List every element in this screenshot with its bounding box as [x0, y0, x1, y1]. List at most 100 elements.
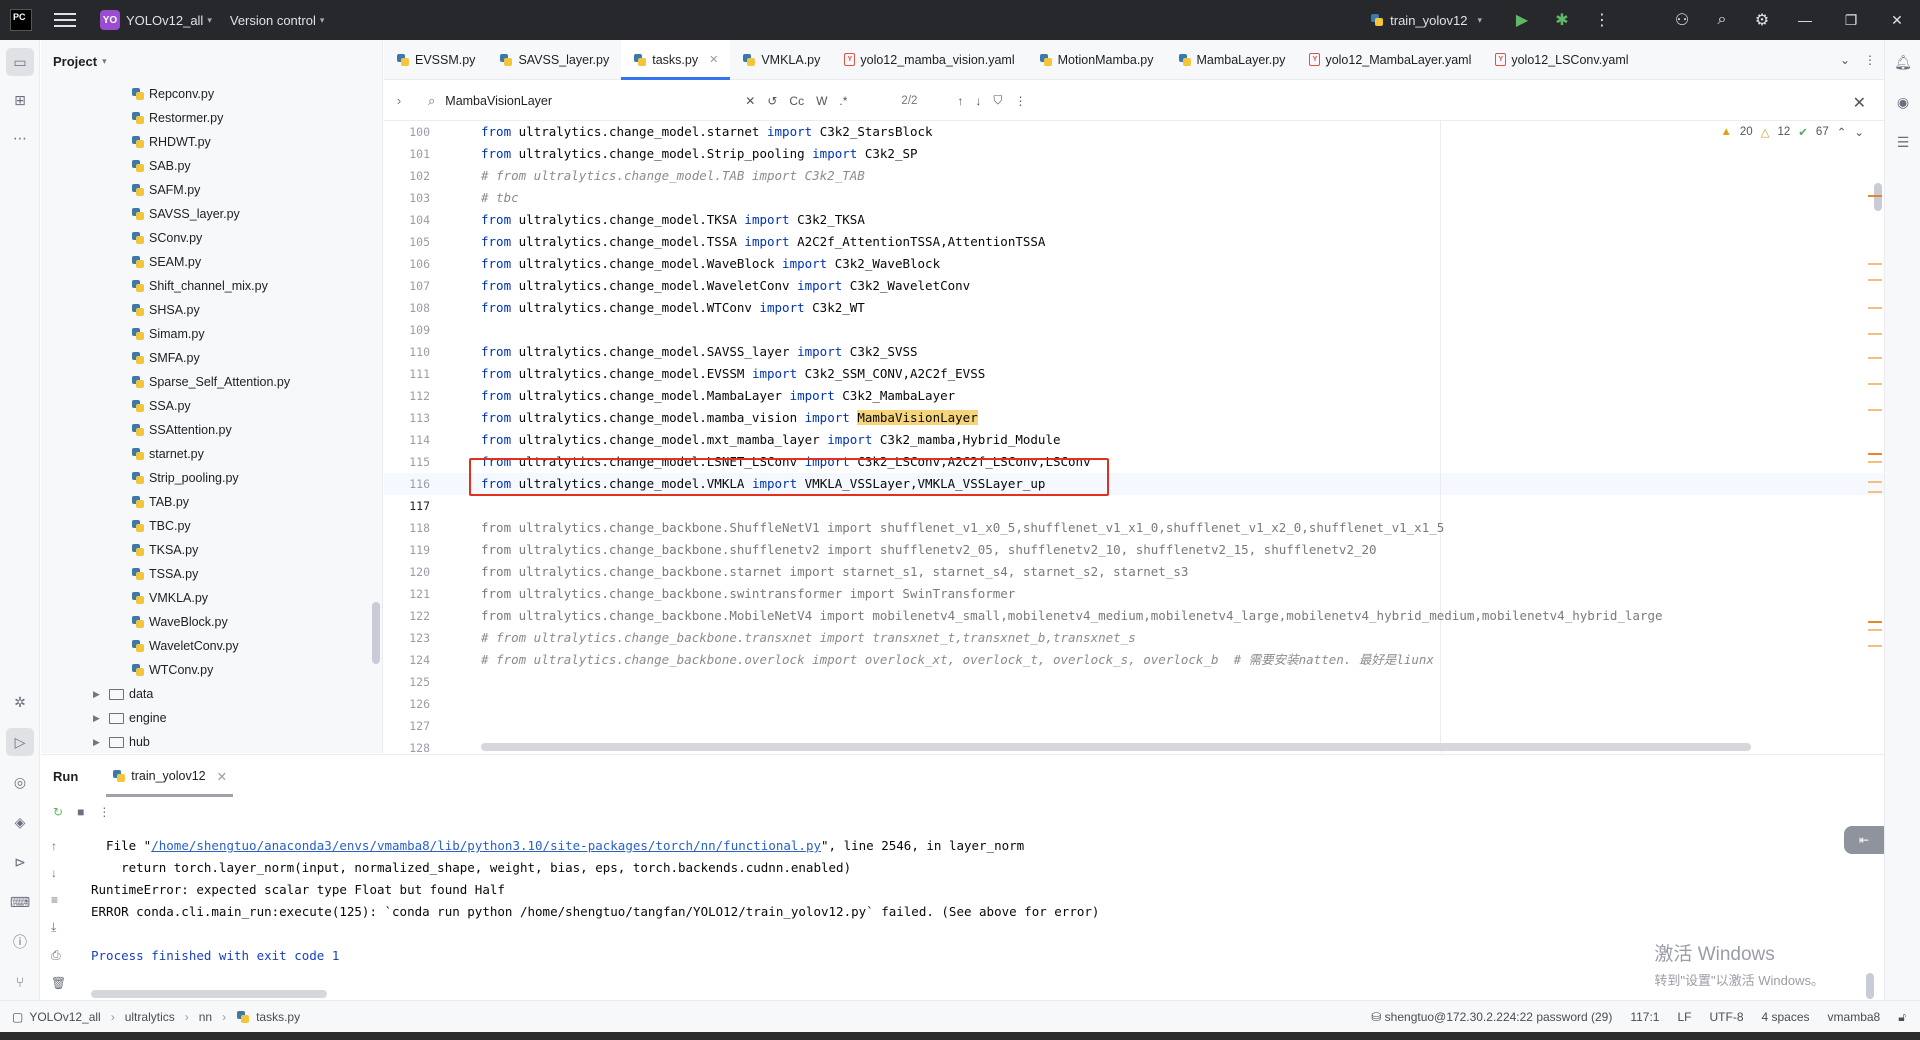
error-stripe-mark[interactable] — [1868, 195, 1882, 197]
close-icon[interactable]: ✕ — [1874, 0, 1920, 40]
code-line[interactable] — [481, 319, 1861, 341]
project-scrollbar[interactable] — [372, 602, 380, 664]
code-line[interactable]: from ultralytics.change_model.WaveBlock … — [481, 253, 1861, 275]
error-stripe-mark[interactable] — [1868, 333, 1882, 335]
tree-file[interactable]: SAVSS_layer.py — [41, 202, 371, 226]
soft-wrap-icon[interactable]: ≡ — [51, 893, 66, 907]
close-find-icon[interactable]: ✕ — [1853, 93, 1866, 113]
code-area[interactable]: from ultralytics.change_model.starnet im… — [481, 121, 1861, 753]
tree-file[interactable]: SAFM.py — [41, 178, 371, 202]
more-icon[interactable]: ⋮ — [1014, 94, 1026, 108]
scroll-up-icon[interactable]: ↑ — [51, 839, 66, 853]
problems-icon[interactable]: ⓘ — [6, 928, 34, 956]
search-icon[interactable]: ⌕ — [428, 93, 435, 109]
error-stripe-mark[interactable] — [1868, 279, 1882, 281]
editor-vertical-scrollbar[interactable] — [1874, 183, 1882, 211]
error-stripe-mark[interactable] — [1868, 621, 1882, 623]
close-tab-icon[interactable]: ✕ — [217, 769, 227, 784]
ai-assistant-icon[interactable]: ◉ — [1889, 88, 1917, 116]
run-icon[interactable]: ▶ — [1502, 0, 1542, 40]
search-icon[interactable]: ⌕ — [1702, 0, 1742, 40]
tree-file[interactable]: Repconv.py — [41, 82, 371, 106]
code-line[interactable]: from ultralytics.change_model.MambaLayer… — [481, 385, 1861, 407]
python-interpreter[interactable]: vmamba8 — [1828, 1010, 1881, 1024]
tree-file[interactable]: Shift_channel_mix.py — [41, 274, 371, 298]
tree-file[interactable]: TAB.py — [41, 490, 371, 514]
error-stripe-mark[interactable] — [1868, 461, 1882, 463]
error-stripe-mark[interactable] — [1868, 645, 1882, 647]
tree-file[interactable]: Strip_pooling.py — [41, 466, 371, 490]
tab-savss-layer[interactable]: SAVSS_layer.py — [487, 40, 621, 79]
console-horizontal-scrollbar[interactable] — [91, 990, 327, 998]
error-stripe-mark[interactable] — [1868, 307, 1882, 309]
breadcrumb-item[interactable]: ultralytics — [125, 1010, 175, 1024]
tree-file[interactable]: TSSA.py — [41, 562, 371, 586]
tab-yolo12-mambalayer[interactable]: Yyolo12_MambaLayer.yaml — [1297, 40, 1483, 79]
scroll-to-end-icon[interactable]: ⤓ — [51, 920, 66, 935]
more-icon[interactable]: ⋮ — [98, 805, 110, 819]
tree-folder[interactable]: ▶ data — [41, 682, 371, 706]
file-link[interactable]: /home/shengtuo/anaconda3/envs/vmamba8/li… — [151, 838, 821, 853]
tree-file[interactable]: SSA.py — [41, 394, 371, 418]
notifications-icon[interactable]: 🔔︎ — [1889, 48, 1917, 76]
error-stripe-mark[interactable] — [1868, 453, 1882, 455]
whole-words-toggle[interactable]: W — [816, 94, 827, 108]
history-icon[interactable]: ↺ — [767, 94, 777, 108]
stop-icon[interactable]: ■ — [77, 805, 84, 819]
code-line[interactable]: from ultralytics.change_model.SAVSS_laye… — [481, 341, 1861, 363]
project-name[interactable]: YOLOv12_all — [126, 13, 203, 28]
run-tab[interactable]: train_yolov12 ✕ — [106, 755, 233, 797]
code-line[interactable]: # from ultralytics.change_backbone.trans… — [481, 627, 1861, 649]
tab-yolo12-lsconv[interactable]: Yyolo12_LSConv.yaml — [1483, 40, 1640, 79]
code-line[interactable]: from ultralytics.change_model.EVSSM impo… — [481, 363, 1861, 385]
tree-file[interactable]: starnet.py — [41, 442, 371, 466]
breadcrumb-item[interactable]: YOLOv12_all — [29, 1010, 100, 1024]
code-line[interactable]: from ultralytics.change_backbone.shuffle… — [481, 539, 1861, 561]
tree-file[interactable]: RHDWT.py — [41, 130, 371, 154]
code-line[interactable]: from ultralytics.change_backbone.Shuffle… — [481, 517, 1861, 539]
services-icon[interactable]: ⊳ — [6, 848, 34, 876]
trash-icon[interactable]: 🗑︎ — [51, 976, 66, 990]
tree-folder[interactable]: ▶ hub — [41, 730, 371, 753]
more-icon[interactable]: ⋮ — [1582, 0, 1622, 40]
error-stripe-mark[interactable] — [1868, 481, 1882, 483]
tab-evssm[interactable]: EVSSM.py — [384, 40, 487, 79]
tree-file[interactable]: WaveBlock.py — [41, 610, 371, 634]
folder-icon[interactable]: ▭ — [6, 48, 34, 76]
error-stripe-mark[interactable] — [1868, 629, 1882, 631]
code-editor[interactable]: 100 101 102 103 104 105 106 107 108 109 110 111 112 1… — [384, 121, 1884, 753]
main-menu-icon[interactable] — [54, 13, 76, 27]
code-line[interactable]: from ultralytics.change_model.TKSA impor… — [481, 209, 1861, 231]
structure-icon[interactable]: ⊞ — [6, 86, 34, 114]
terminal-icon[interactable]: ⌨ — [6, 888, 34, 916]
tree-file[interactable]: Restormer.py — [41, 106, 371, 130]
tab-vmkla[interactable]: VMKLA.py — [730, 40, 832, 79]
file-encoding[interactable]: UTF-8 — [1710, 1010, 1744, 1024]
tree-file[interactable]: SEAM.py — [41, 250, 371, 274]
code-line[interactable]: from ultralytics.change_model.mxt_mamba_… — [481, 429, 1861, 451]
version-control-menu[interactable]: Version control — [230, 13, 316, 28]
error-stripe-mark[interactable] — [1868, 409, 1882, 411]
code-line[interactable]: # tbc — [481, 187, 1861, 209]
filter-icon[interactable]: ⛉ — [993, 93, 1002, 108]
tab-more-icon[interactable]: ⋮ — [1864, 53, 1876, 67]
tree-file[interactable]: TKSA.py — [41, 538, 371, 562]
database-icon[interactable]: ☰ — [1889, 128, 1917, 156]
add-user-icon[interactable]: ⚇ — [1662, 0, 1702, 40]
tree-file[interactable]: WaveletConv.py — [41, 634, 371, 658]
tab-mambalayer[interactable]: MambaLayer.py — [1166, 40, 1298, 79]
tree-file[interactable]: SSAttention.py — [41, 418, 371, 442]
code-line[interactable]: # from ultralytics.change_model.TAB impo… — [481, 165, 1861, 187]
editor-horizontal-scrollbar[interactable] — [481, 743, 1751, 751]
code-line[interactable]: from ultralytics.change_model.WaveletCon… — [481, 275, 1861, 297]
breadcrumb-item[interactable]: nn — [199, 1010, 212, 1024]
print-icon[interactable]: ⎙ — [51, 948, 66, 963]
clear-search-icon[interactable]: ✕ — [745, 94, 755, 108]
line-separator[interactable]: LF — [1677, 1010, 1691, 1024]
expand-replace-icon[interactable]: › — [384, 93, 414, 108]
remote-host[interactable]: ⛁ shengtuo@172.30.2.224:22 password (29) — [1371, 1010, 1612, 1024]
tree-file[interactable]: TBC.py — [41, 514, 371, 538]
code-line[interactable]: from ultralytics.change_backbone.MobileN… — [481, 605, 1861, 627]
rerun-icon[interactable]: ↻ — [53, 805, 63, 819]
gear-icon[interactable]: ⚙ — [1742, 0, 1782, 40]
